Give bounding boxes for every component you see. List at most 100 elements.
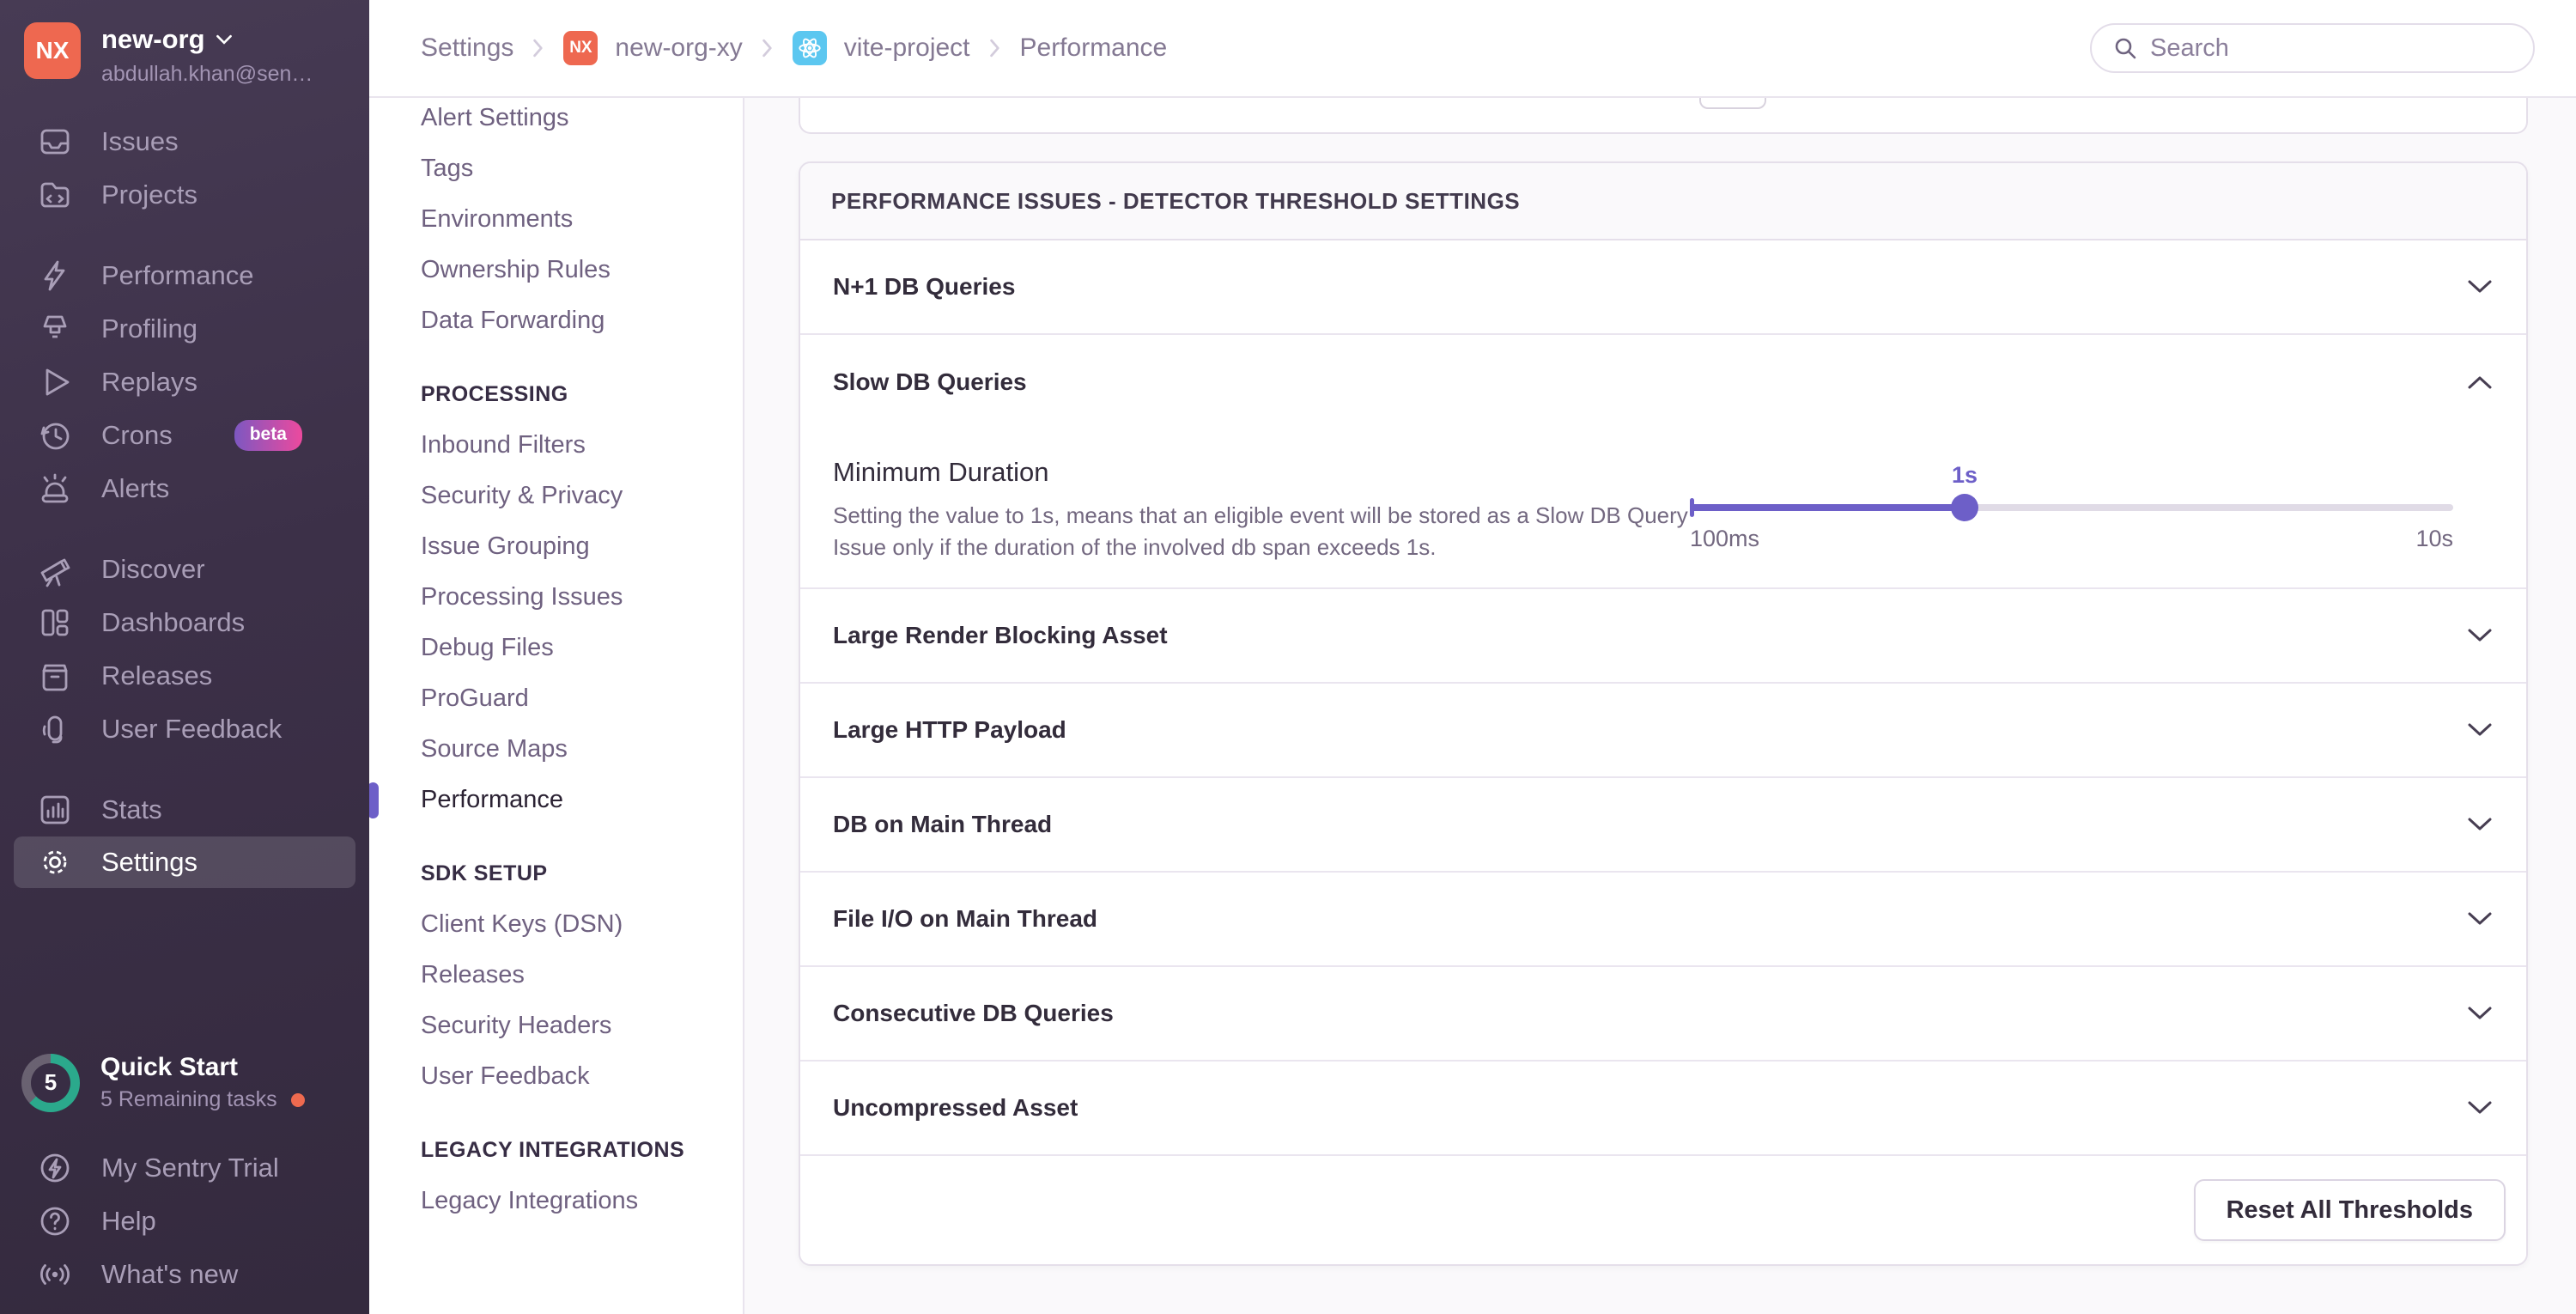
sidebar-item-issues[interactable]: Issues — [0, 115, 369, 168]
sidebar-item-profiling[interactable]: Profiling — [0, 302, 369, 356]
quick-start[interactable]: 5 Quick Start 5 Remaining tasks — [0, 1053, 369, 1112]
chevron-right-icon — [987, 39, 1003, 58]
chevron-down-icon — [2466, 721, 2494, 739]
setting-description: Setting the value to 1s, means that an e… — [833, 502, 1688, 560]
accordion-row-n1-db-queries[interactable]: N+1 DB Queries — [800, 240, 2526, 335]
submenu-item-security-headers[interactable]: Security Headers — [369, 1001, 743, 1051]
sidebar-item-alerts[interactable]: Alerts — [0, 462, 369, 515]
sidebar-item-discover[interactable]: Discover — [0, 543, 369, 596]
org-crumb-avatar: NX — [563, 31, 598, 65]
submenu-item-inbound-filters[interactable]: Inbound Filters — [369, 420, 743, 471]
submenu-item-issue-grouping[interactable]: Issue Grouping — [369, 521, 743, 572]
search-icon — [2112, 35, 2138, 61]
chevron-up-icon — [2466, 374, 2494, 391]
react-project-icon — [792, 31, 827, 65]
accordion-row-db-on-main-thread[interactable]: DB on Main Thread — [800, 778, 2526, 873]
slow-db-queries-settings: Minimum Duration Setting the value to 1s… — [800, 429, 2526, 589]
org-avatar: NX — [24, 22, 81, 79]
submenu-item-performance[interactable]: Performance — [369, 775, 743, 825]
slider-thumb[interactable] — [1951, 494, 1979, 521]
help-icon — [36, 1202, 74, 1240]
clock-icon — [36, 417, 74, 454]
sidebar-nav: Issues Projects Performance Profiling Re… — [0, 115, 369, 888]
chevron-down-icon — [2466, 1005, 2494, 1022]
slider-fill — [1690, 504, 1965, 511]
accordion-row-slow-db-queries[interactable]: Slow DB Queries — [800, 335, 2526, 429]
submenu-item-user-feedback[interactable]: User Feedback — [369, 1051, 743, 1102]
panel-header: PERFORMANCE ISSUES - DETECTOR THRESHOLD … — [800, 163, 2526, 240]
beta-badge: beta — [234, 420, 302, 451]
submenu-item-ownership-rules[interactable]: Ownership Rules — [369, 245, 743, 295]
sidebar: NX new-org abdullah.khan@sen… Issues Pro… — [0, 0, 369, 1314]
headset-icon — [36, 710, 74, 748]
reset-all-thresholds-button[interactable]: Reset All Thresholds — [2193, 1179, 2506, 1241]
accordion-row-uncompressed-asset[interactable]: Uncompressed Asset — [800, 1062, 2526, 1156]
sidebar-item-replays[interactable]: Replays — [0, 356, 369, 409]
submenu-section-sdk-setup: SDK SETUP — [421, 861, 548, 885]
sidebar-item-user-feedback[interactable]: User Feedback — [0, 703, 369, 756]
submenu-item-source-maps[interactable]: Source Maps — [369, 724, 743, 775]
slider-min-label: 100ms — [1690, 526, 1760, 551]
sidebar-item-my-sentry-trial[interactable]: My Sentry Trial — [0, 1141, 369, 1195]
sidebar-item-performance[interactable]: Performance — [0, 249, 369, 302]
accordion-row-file-io-on-main-thread[interactable]: File I/O on Main Thread — [800, 873, 2526, 967]
notification-dot — [290, 1092, 305, 1107]
org-name: new-org — [101, 24, 205, 54]
partial-button[interactable] — [1699, 98, 1766, 109]
submenu-item-legacy-integrations[interactable]: Legacy Integrations — [369, 1176, 743, 1226]
chevron-down-icon — [2466, 1099, 2494, 1116]
submenu-section-processing: PROCESSING — [421, 382, 568, 406]
breadcrumb-org[interactable]: new-org-xy — [615, 33, 742, 63]
bolt-circle-icon — [36, 1149, 74, 1187]
sidebar-item-help[interactable]: Help — [0, 1195, 369, 1248]
panel-footer: Reset All Thresholds — [800, 1156, 2526, 1264]
search-input[interactable] — [2150, 33, 2476, 63]
flash-icon — [36, 310, 74, 348]
org-switcher[interactable]: NX new-org abdullah.khan@sen… — [24, 22, 357, 87]
slider-value-label: 1s — [1952, 462, 1978, 488]
submenu-item-environments[interactable]: Environments — [369, 194, 743, 245]
play-icon — [36, 363, 74, 401]
chevron-right-icon — [760, 39, 775, 58]
sidebar-item-projects[interactable]: Projects — [0, 168, 369, 222]
accordion-row-large-render-blocking-asset[interactable]: Large Render Blocking Asset — [800, 589, 2526, 684]
sidebar-item-settings[interactable]: Settings — [14, 836, 355, 888]
submenu-item-alert-settings[interactable]: Alert Settings — [369, 98, 743, 143]
submenu-item-tags[interactable]: Tags — [369, 143, 743, 194]
submenu-item-debug-files[interactable]: Debug Files — [369, 623, 743, 673]
slider-max-label: 10s — [2415, 526, 2453, 551]
accordion-row-consecutive-db-queries[interactable]: Consecutive DB Queries — [800, 967, 2526, 1062]
sidebar-item-stats[interactable]: Stats — [0, 783, 369, 836]
submenu-item-security-privacy[interactable]: Security & Privacy — [369, 471, 743, 521]
main-content: PERFORMANCE ISSUES - DETECTOR THRESHOLD … — [746, 98, 2576, 1314]
sidebar-item-whats-new[interactable]: What's new — [0, 1248, 369, 1301]
accordion-row-large-http-payload[interactable]: Large HTTP Payload — [800, 684, 2526, 778]
submenu-item-processing-issues[interactable]: Processing Issues — [369, 572, 743, 623]
duration-slider: 1s 100ms 10s — [1690, 429, 2453, 567]
telescope-icon — [36, 551, 74, 588]
sidebar-item-crons[interactable]: Crons beta — [0, 409, 369, 462]
chevron-down-icon — [2466, 910, 2494, 928]
submenu-item-releases[interactable]: Releases — [369, 950, 743, 1001]
lightning-icon — [36, 257, 74, 295]
chevron-down-icon — [2466, 627, 2494, 644]
sidebar-item-releases[interactable]: Releases — [0, 649, 369, 703]
scrolled-card-partial — [799, 98, 2528, 134]
submenu-item-client-keys[interactable]: Client Keys (DSN) — [369, 899, 743, 950]
settings-submenu: Alert Settings Tags Environments Ownersh… — [369, 98, 744, 1314]
submenu-item-proguard[interactable]: ProGuard — [369, 673, 743, 724]
chevron-right-icon — [531, 39, 546, 58]
submenu-item-data-forwarding[interactable]: Data Forwarding — [369, 295, 743, 346]
broadcast-icon — [36, 1256, 74, 1293]
quick-start-subtitle: 5 Remaining tasks — [100, 1087, 305, 1112]
dashboard-icon — [36, 604, 74, 642]
breadcrumb-settings[interactable]: Settings — [421, 33, 513, 63]
setting-title: Minimum Duration — [833, 457, 1049, 487]
slider-track[interactable] — [1690, 498, 2453, 517]
archive-box-icon — [36, 657, 74, 695]
breadcrumb-page[interactable]: Performance — [1020, 33, 1168, 63]
sidebar-item-dashboards[interactable]: Dashboards — [0, 596, 369, 649]
search-box[interactable] — [2090, 23, 2535, 73]
breadcrumb-project[interactable]: vite-project — [844, 33, 970, 63]
chevron-down-icon — [2466, 278, 2494, 295]
